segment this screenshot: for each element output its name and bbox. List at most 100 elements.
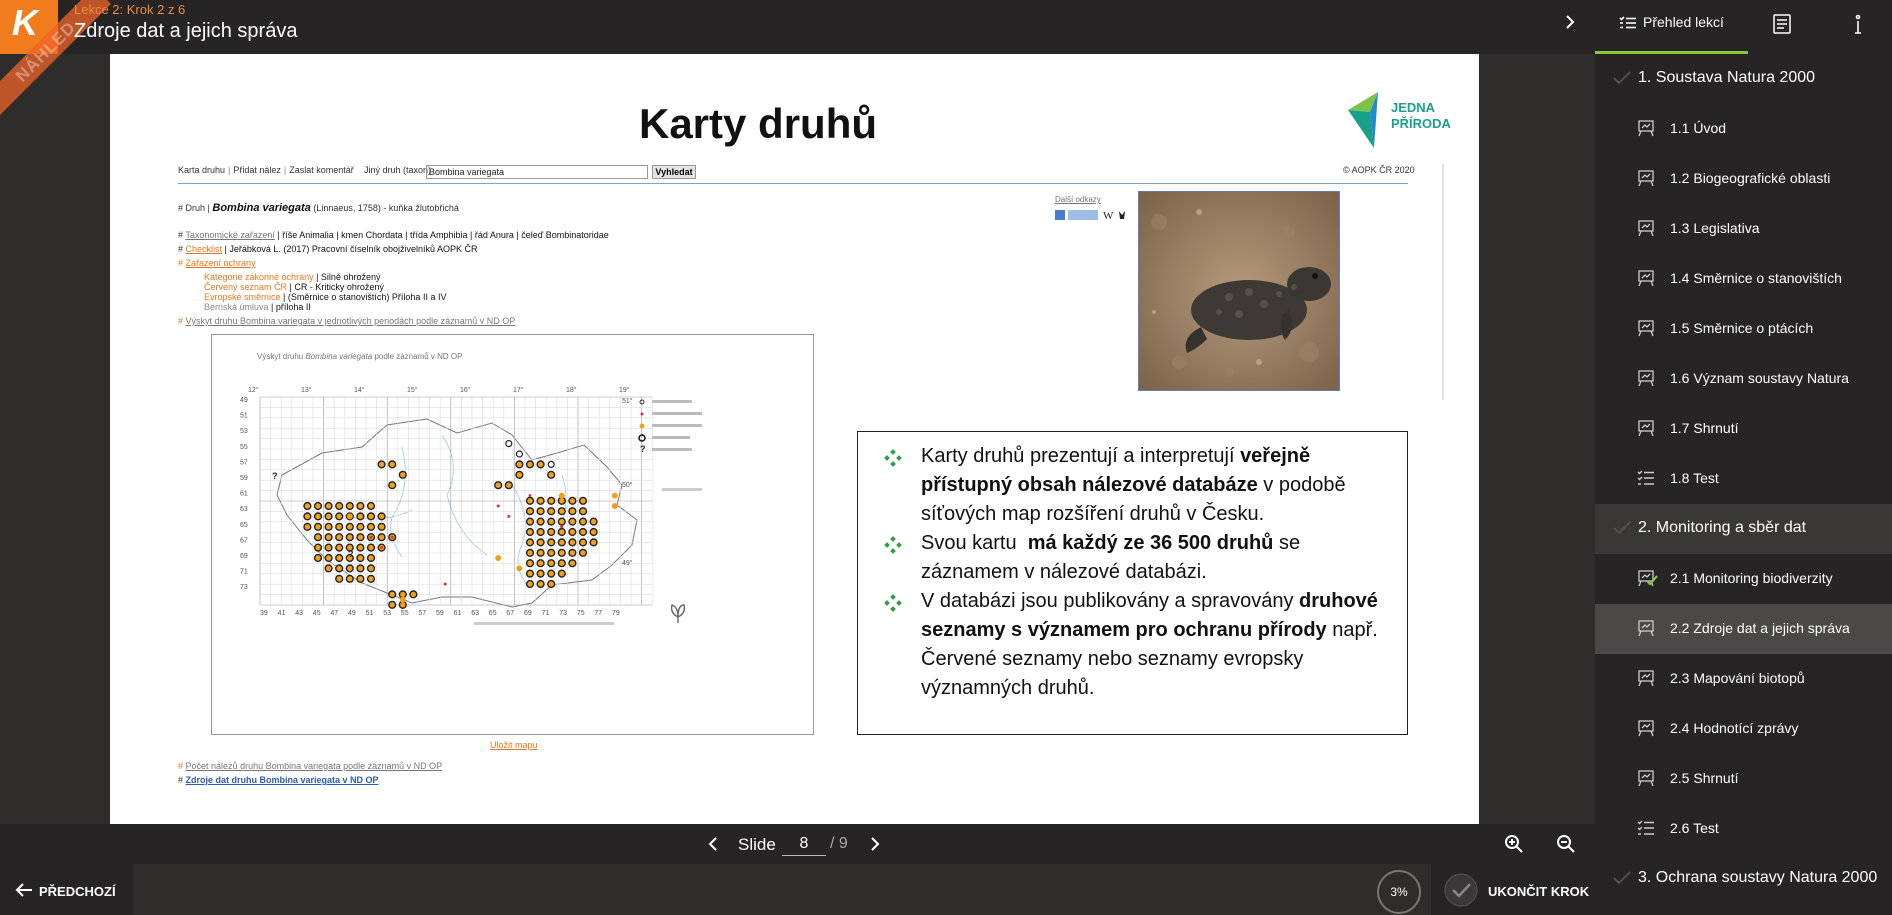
map-occurrence-dot	[536, 507, 545, 516]
map-occurrence-dot	[547, 548, 556, 557]
map-occurrence-dot	[525, 559, 535, 568]
map-occurrence-dot	[525, 507, 535, 516]
map-occurrence-dot	[547, 559, 556, 568]
map-occurrence-dot	[324, 543, 333, 552]
svg-text:61: 61	[240, 491, 248, 498]
sidebar-lesson-item[interactable]: 2.6 Test	[1595, 804, 1892, 854]
map-occurrence-dot	[377, 512, 386, 521]
sidebar-lesson-item[interactable]: 2.3 Mapování biotopů	[1595, 654, 1892, 704]
map-occurrence-dot	[578, 527, 588, 537]
document-icon[interactable]	[1771, 12, 1793, 36]
sidebar-lesson-item[interactable]: 1.8 Test	[1595, 454, 1892, 504]
map-occurrence-dot	[399, 596, 406, 603]
map-occurrence-dot	[313, 522, 323, 531]
sidebar-lesson-item[interactable]: 1.3 Legislativa	[1595, 204, 1892, 254]
map-occurrence-dot	[388, 460, 397, 469]
map-occurrence-dot	[303, 501, 312, 511]
protection-item-value: | (Směrnice o stanovištích) Příloha II a…	[283, 292, 447, 302]
webpage-scrollbar	[1442, 164, 1444, 400]
map-occurrence-dot	[335, 501, 344, 511]
map-occurrence-dot	[547, 517, 556, 526]
map-occurrence-dot	[525, 569, 535, 578]
checklist-value: | Jeřábková L. (2017) Pracovní číselník …	[224, 244, 478, 254]
finish-step-button[interactable]: UKONČIT KROK	[1431, 864, 1595, 915]
slide-icon	[1638, 720, 1654, 737]
sidebar-section-2[interactable]: 2. Monitoring a sběr dat	[1595, 504, 1892, 554]
distribution-map: Výskyt druhu Bombina variegata podle záz…	[211, 334, 814, 735]
svg-text:W: W	[1103, 210, 1114, 222]
sidebar-lesson-item[interactable]: 1.1 Úvod	[1595, 104, 1892, 154]
svg-text:73: 73	[559, 610, 567, 617]
map-occurrence-dot	[313, 501, 323, 511]
sidebar-lesson-item[interactable]: 2.4 Hodnotící zprávy	[1595, 704, 1892, 754]
slide-icon	[1638, 670, 1654, 687]
diamond-bullet-icon	[884, 594, 902, 612]
svg-text:?: ?	[348, 549, 354, 559]
sidebar-lesson-item[interactable]: 2.5 Shrnutí	[1595, 754, 1892, 804]
brand-line-1: JEDNA	[1391, 100, 1436, 115]
protection-row: # Zařazení ochrany	[178, 258, 256, 268]
sidebar-lesson-item[interactable]: 1.2 Biogeografické oblasti	[1595, 154, 1892, 204]
map-occurrence-dot	[547, 579, 556, 589]
map-occurrence-dot	[589, 517, 598, 526]
check-icon	[1613, 71, 1631, 85]
map-occurrence-dot	[388, 600, 397, 609]
map-occurrence-dot	[547, 507, 556, 516]
count-row: # Počet nálezů druhu Bombina variegata p…	[178, 761, 443, 771]
progress-value: 3%	[1390, 885, 1408, 899]
webpage-divider	[178, 183, 1408, 184]
map-occurrence-dot	[507, 514, 511, 518]
sidebar-lesson-label: 1.3 Legislativa	[1670, 220, 1760, 236]
svg-text:73: 73	[240, 584, 248, 591]
sidebar-lesson-item[interactable]: 2.1 Monitoring biodiverzity	[1595, 554, 1892, 604]
sidebar-lesson-item[interactable]: 2.2 Zdroje dat a jejich správa	[1595, 604, 1892, 654]
map-occurrence-dot	[366, 564, 376, 573]
map-occurrence-dot	[568, 538, 577, 547]
protection-item: Bernská úmluva | příloha II	[204, 302, 311, 312]
svg-text:61: 61	[454, 610, 462, 617]
map-occurrence-dot	[345, 522, 354, 531]
webpage-copyright: © AOPK ČR 2020	[1343, 165, 1415, 175]
tab-lesson-overview[interactable]: Přehled lekcí	[1595, 0, 1748, 54]
info-icon[interactable]	[1849, 12, 1867, 36]
protection-item: Evropské směrnice | (Směrnice o stanoviš…	[204, 292, 446, 302]
slide-number-input[interactable]	[782, 832, 826, 856]
check-circle-icon	[1444, 873, 1478, 907]
save-map-link: Uložit mapu	[490, 740, 538, 750]
svg-text:53: 53	[383, 610, 391, 617]
webpage-search-label: Jiný druh (taxon)	[364, 165, 432, 175]
map-occurrence-dot	[443, 582, 447, 586]
sidebar-lesson-label: 2.2 Zdroje dat a jejich správa	[1670, 620, 1850, 636]
more-links: Další odkazy	[1055, 195, 1101, 204]
sidebar-lesson-item[interactable]: 1.7 Shrnutí	[1595, 404, 1892, 454]
next-slide-icon[interactable]	[867, 834, 883, 854]
map-occurrence-dot	[345, 501, 354, 511]
map-occurrence-dot	[313, 533, 323, 542]
zoom-in-icon[interactable]	[1502, 832, 1526, 856]
map-occurrence-dot	[504, 481, 513, 490]
map-occurrence-dot	[346, 513, 353, 520]
map-occurrence-dot	[536, 517, 545, 526]
webpage-nav: Karta druhu | Přidat nález | Zaslat komentář	[178, 165, 354, 175]
zoom-out-icon[interactable]	[1554, 832, 1578, 856]
svg-text:75: 75	[577, 610, 585, 617]
previous-button[interactable]: PŘEDCHOZÍ	[0, 864, 133, 915]
sidebar-section-1[interactable]: 1. Soustava Natura 2000	[1595, 54, 1892, 104]
map-occurrence-dot	[366, 543, 376, 552]
map-occurrence-dot	[345, 574, 354, 583]
slide-icon	[1638, 770, 1654, 787]
sidebar-section-label: 2. Monitoring a sběr dat	[1638, 519, 1807, 536]
svg-text:51°: 51°	[622, 397, 633, 405]
svg-text:55: 55	[401, 610, 409, 617]
toad-photo	[1139, 192, 1339, 390]
chevron-right-icon[interactable]	[1560, 10, 1580, 34]
protection-item-value: | Silně ohrožený	[316, 272, 381, 282]
previous-slide-icon[interactable]	[705, 834, 721, 854]
sidebar-section-3[interactable]: 3. Ochrana soustavy Natura 2000	[1595, 854, 1892, 904]
sidebar-lesson-item[interactable]: 1.5 Směrnice o ptácích	[1595, 304, 1892, 354]
map-occurrence-dot	[578, 538, 588, 547]
sidebar-lesson-item[interactable]: 1.4 Směrnice o stanovištích	[1595, 254, 1892, 304]
svg-text:19°: 19°	[619, 386, 630, 394]
map-occurrence-dot	[377, 533, 386, 542]
sidebar-lesson-item[interactable]: 1.6 Význam soustavy Natura	[1595, 354, 1892, 404]
